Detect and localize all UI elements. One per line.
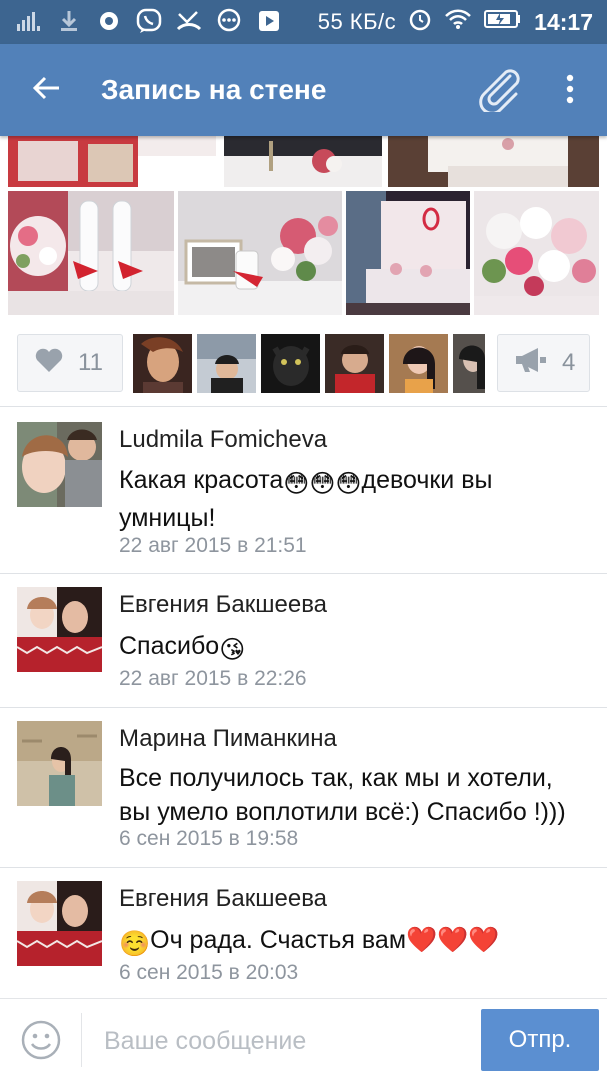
more-button[interactable] [552, 68, 588, 114]
comment-text: Какая красота😳😳😳девочки вы умницы! [119, 466, 493, 532]
emoji-button[interactable] [20, 1019, 62, 1061]
clock: 14:17 [534, 8, 593, 35]
comment-author[interactable]: Марина Пиманкина [119, 725, 337, 753]
comment-author[interactable]: Ludmila Fomicheva [119, 426, 327, 454]
comment[interactable]: Ludmila Fomicheva Какая красота😳😳😳девочк… [0, 406, 607, 573]
megaphone-icon [514, 346, 548, 381]
post-photo[interactable] [474, 191, 599, 315]
flushed-emoji: 😳😳😳 [283, 470, 362, 498]
arrow-left-icon [31, 73, 61, 108]
network-speed: 55 КБ/с [317, 9, 397, 34]
missed-call-icon [176, 8, 202, 34]
smiley-icon [20, 1020, 62, 1065]
alarm-icon [408, 7, 432, 37]
heart-icon [34, 347, 64, 380]
comment[interactable]: Марина Пиманкина Все получилось так, как… [0, 707, 607, 867]
comment-author[interactable]: Евгения Бакшеева [119, 591, 327, 619]
post-photo[interactable] [224, 136, 382, 187]
signal-icon [16, 8, 42, 34]
back-button[interactable] [26, 70, 66, 110]
messenger-icon [216, 8, 242, 34]
attach-button[interactable] [474, 66, 524, 116]
post-photo[interactable] [388, 136, 599, 187]
battery-icon [484, 9, 522, 35]
viber-icon [136, 8, 162, 34]
message-composer: Отпр. [0, 998, 607, 1080]
composer-separator [81, 1013, 82, 1067]
app-bar: Запись на стене [0, 44, 607, 136]
post-photo[interactable] [346, 191, 470, 315]
status-bar: 55 КБ/с 14:17 [0, 0, 607, 44]
share-button[interactable]: 4 [497, 334, 590, 392]
more-vertical-icon [566, 74, 574, 109]
avatar[interactable] [17, 881, 102, 966]
comment-author[interactable]: Евгения Бакшеева [119, 885, 327, 913]
comment-text: Спасибо😘 [119, 629, 589, 667]
shares-count: 4 [562, 349, 576, 376]
comment-time: 22 авг 2015 в 22:26 [119, 667, 307, 690]
page-title: Запись на стене [101, 74, 327, 105]
comment-time: 22 авг 2015 в 21:51 [119, 534, 307, 557]
download-icon [56, 8, 82, 34]
comment[interactable]: Евгения Бакшеева ☺️Оч рада. Счастья вам❤… [0, 867, 607, 998]
comment-time: 6 сен 2015 в 20:03 [119, 961, 299, 984]
message-input[interactable] [104, 1021, 464, 1061]
wifi-icon [444, 8, 472, 36]
comment-text: Все получилось так, как мы и хотели, вы … [119, 764, 566, 826]
likes-count: 11 [78, 349, 103, 376]
comment[interactable]: Евгения Бакшеева Спасибо😘 22 авг 2015 в … [0, 573, 607, 707]
avatar[interactable] [17, 721, 102, 806]
liker-avatar[interactable] [197, 334, 256, 393]
kiss-emoji: 😘 [219, 636, 246, 664]
post-photo[interactable] [178, 191, 342, 315]
send-button[interactable]: Отпр. [481, 1009, 599, 1071]
liker-avatar[interactable] [325, 334, 384, 393]
play-icon [256, 8, 282, 34]
liker-avatar[interactable] [133, 334, 192, 393]
avatar[interactable] [17, 422, 102, 507]
post-photo[interactable] [8, 136, 216, 187]
like-button[interactable]: 11 [17, 334, 123, 392]
comment-text: ☺️Оч рада. Счастья вам❤️❤️❤️ [119, 923, 589, 961]
post-photo[interactable] [8, 191, 174, 315]
screen-record-icon [96, 8, 122, 34]
comment-time: 6 сен 2015 в 19:58 [119, 827, 299, 850]
liker-avatar[interactable] [453, 334, 485, 393]
smiling-emoji: ☺️ [119, 930, 151, 958]
liker-avatar[interactable] [389, 334, 448, 393]
avatar[interactable] [17, 587, 102, 672]
liker-avatar[interactable] [261, 334, 320, 393]
paperclip-icon [476, 66, 522, 117]
